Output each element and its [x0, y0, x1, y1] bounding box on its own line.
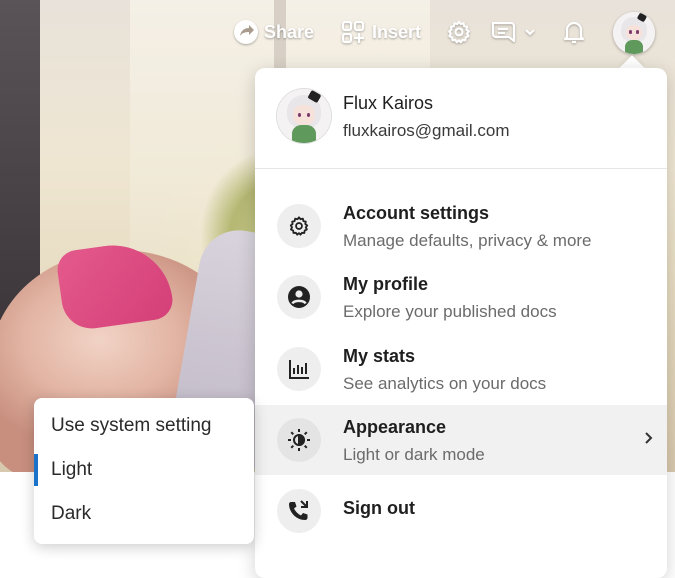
share-icon [234, 20, 258, 44]
menu-item-my-stats[interactable]: My stats See analytics on your docs [255, 334, 667, 404]
menu-item-subtitle: Explore your published docs [343, 302, 557, 321]
notifications-button[interactable] [562, 14, 586, 50]
share-button[interactable]: Share [233, 14, 314, 50]
bell-icon [563, 21, 585, 44]
account-email: fluxkairos@gmail.com [343, 121, 510, 140]
menu-item-title: Sign out [343, 498, 415, 518]
share-label: Share [264, 21, 315, 42]
insert-label: Insert [372, 21, 422, 42]
menu-item-my-profile[interactable]: My profile Explore your published docs [255, 262, 667, 332]
insert-button[interactable]: Insert [341, 14, 421, 50]
menu-item-title: My profile [343, 274, 429, 294]
grid-plus-icon [341, 20, 365, 44]
chevron-right-icon [645, 432, 653, 444]
option-label: Dark [51, 503, 92, 524]
menu-item-sign-out[interactable]: Sign out [255, 476, 667, 546]
option-label: Use system setting [51, 415, 212, 436]
user-circle-icon [277, 275, 321, 319]
menu-item-title: Account settings [343, 203, 490, 223]
sign-out-icon [277, 489, 321, 533]
comment-icon [491, 21, 516, 43]
menu-item-subtitle: Manage defaults, privacy & more [343, 231, 592, 250]
menu-item-title: Appearance [343, 417, 447, 437]
menu-item-subtitle: Light or dark mode [343, 445, 485, 464]
half-sun-icon [277, 418, 321, 462]
comments-button[interactable] [489, 14, 536, 50]
account-menu: Flux Kairos fluxkairos@gmail.com Account… [255, 68, 667, 578]
menu-item-subtitle: See analytics on your docs [343, 374, 547, 393]
top-toolbar: Share Insert [0, 14, 675, 54]
avatar-button[interactable] [613, 12, 655, 54]
settings-button[interactable] [446, 14, 472, 50]
option-label: Light [51, 459, 93, 480]
gear-icon [448, 20, 470, 44]
appearance-submenu: Use system setting Light Dark [34, 398, 254, 544]
appearance-option-system[interactable]: Use system setting [34, 404, 254, 448]
avatar [277, 89, 331, 143]
account-name: Flux Kairos [343, 93, 434, 113]
bar-chart-icon [277, 347, 321, 391]
avatar [613, 12, 655, 54]
chevron-down-icon [525, 29, 535, 36]
appearance-option-dark[interactable]: Dark [34, 492, 254, 536]
menu-item-title: My stats [343, 346, 416, 366]
gear-icon [277, 204, 321, 248]
menu-item-account-settings[interactable]: Account settings Manage defaults, privac… [255, 191, 667, 261]
menu-item-appearance[interactable]: Appearance Light or dark mode [255, 405, 667, 475]
appearance-option-light[interactable]: Light [34, 448, 254, 492]
account-header: Flux Kairos fluxkairos@gmail.com [255, 68, 667, 169]
